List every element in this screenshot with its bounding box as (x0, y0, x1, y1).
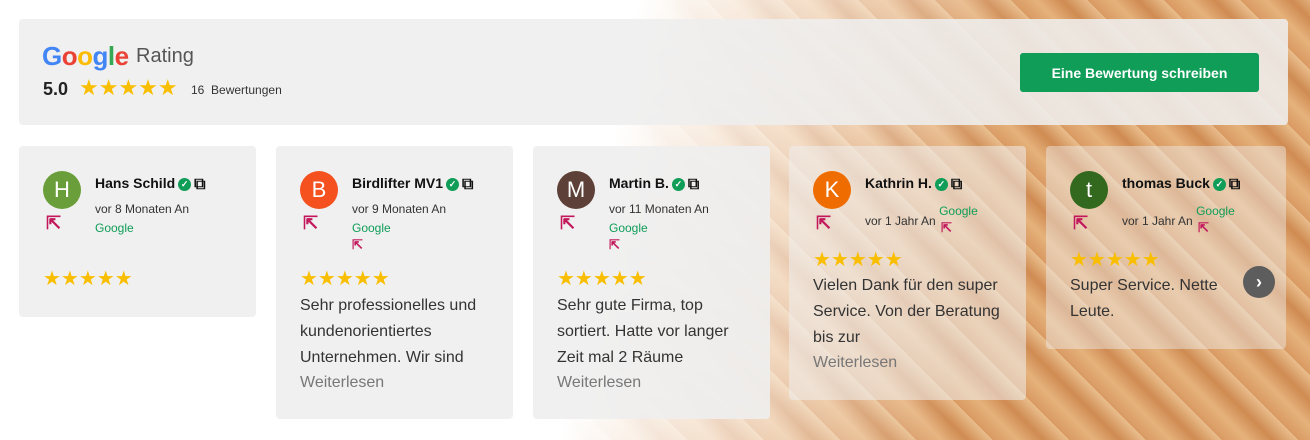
reviewer-name[interactable]: Kathrin H. ✓ ⧉ (865, 175, 962, 194)
avatar: t (1070, 171, 1108, 209)
external-link-icon[interactable]: ⇱ (46, 213, 61, 234)
external-link-icon[interactable]: ⇱ (1198, 220, 1235, 236)
avatar: K (813, 171, 851, 209)
google-source-link[interactable]: Google (609, 221, 709, 235)
verified-check-icon: ✓ (934, 178, 948, 191)
review-card: M Martin B. ✓ ⧉ ⇱ vor 11 Monaten An Google… (533, 146, 770, 419)
write-review-button[interactable]: Eine Bewertung schreiben (1020, 53, 1259, 92)
chevron-right-icon[interactable]: › (1243, 266, 1275, 298)
rating-header: Google Rating 5.0 ★★★★★ 16 Bewertungen E… (19, 19, 1288, 125)
review-stars: ★★★★★ (1070, 249, 1160, 271)
external-link-icon[interactable]: ⇱ (816, 213, 831, 234)
review-stars: ★★★★★ (557, 268, 647, 290)
verified-check-icon: ✓ (671, 178, 685, 191)
review-time: vor 1 Jahr An Google ⇱ (865, 204, 978, 236)
review-card: H Hans Schild ✓ ⧉ ⇱ vor 8 Monaten An Googl… (19, 146, 256, 317)
review-card: t thomas Buck ✓ ⧉ ⇱ vor 1 Jahr An Google ⇱… (1046, 146, 1286, 349)
external-link-icon[interactable]: ⧉ (1229, 176, 1240, 194)
read-more-link[interactable]: Weiterlesen (300, 374, 384, 392)
external-link-icon[interactable]: ⇱ (1073, 213, 1088, 234)
reviewer-name[interactable]: thomas Buck ✓ ⧉ (1122, 175, 1240, 194)
avatar: B (300, 171, 338, 209)
review-time: vor 11 Monaten An Google ⇱ (609, 202, 709, 253)
review-time: vor 8 Monaten An Google (95, 202, 190, 235)
reviewer-name[interactable]: Hans Schild ✓ ⧉ (95, 175, 206, 194)
rating-stars: ★★★★★ (79, 75, 178, 100)
external-link-icon[interactable]: ⧉ (194, 176, 205, 194)
avatar: H (43, 171, 81, 209)
external-link-icon[interactable]: ⧉ (462, 176, 473, 194)
external-link-icon[interactable]: ⇱ (609, 237, 709, 253)
review-stars: ★★★★★ (43, 268, 133, 290)
review-text: Sehr gute Firma, top sortiert. Hatte vor… (557, 297, 729, 366)
reviewer-name[interactable]: Martin B. ✓ ⧉ (609, 175, 699, 194)
review-time: vor 1 Jahr An Google ⇱ (1122, 204, 1235, 236)
external-link-icon[interactable]: ⇱ (941, 220, 978, 236)
google-source-link[interactable]: Google (352, 221, 446, 235)
google-logo: Google (42, 41, 129, 71)
external-link-icon[interactable]: ⇱ (560, 213, 575, 234)
external-link-icon[interactable]: ⧉ (688, 176, 699, 194)
google-source-link[interactable]: Google (939, 204, 978, 218)
verified-check-icon: ✓ (1212, 178, 1226, 191)
avatar: M (557, 171, 595, 209)
review-text: Vielen Dank für den super Service. Von d… (813, 277, 1000, 346)
review-time: vor 9 Monaten An Google ⇱ (352, 202, 447, 253)
google-source-link[interactable]: Google (95, 221, 189, 235)
review-text: Super Service. Nette Leute. (1070, 277, 1218, 320)
review-stars: ★★★★★ (813, 249, 903, 271)
external-link-icon[interactable]: ⧉ (951, 176, 962, 194)
read-more-link[interactable]: Weiterlesen (813, 354, 897, 372)
rating-score: 5.0 (43, 79, 69, 99)
verified-check-icon: ✓ (446, 178, 460, 191)
external-link-icon[interactable]: ⇱ (303, 213, 318, 234)
review-card: K Kathrin H. ✓ ⧉ ⇱ vor 1 Jahr An Google ⇱ … (789, 146, 1026, 400)
external-link-icon[interactable]: ⇱ (352, 237, 446, 253)
read-more-link[interactable]: Weiterlesen (557, 374, 641, 392)
review-stars: ★★★★★ (300, 268, 390, 290)
review-text: Sehr professionelles und kundenorientier… (300, 297, 477, 366)
rating-label: Rating (136, 45, 194, 67)
reviewer-name[interactable]: Birdlifter MV1 ✓ ⧉ (352, 175, 473, 194)
verified-check-icon: ✓ (178, 178, 192, 191)
review-card: B Birdlifter MV1 ✓ ⧉ ⇱ vor 9 Monaten An Go… (276, 146, 513, 419)
review-count: 16 Bewertungen (191, 83, 282, 97)
google-source-link[interactable]: Google (1196, 204, 1235, 218)
